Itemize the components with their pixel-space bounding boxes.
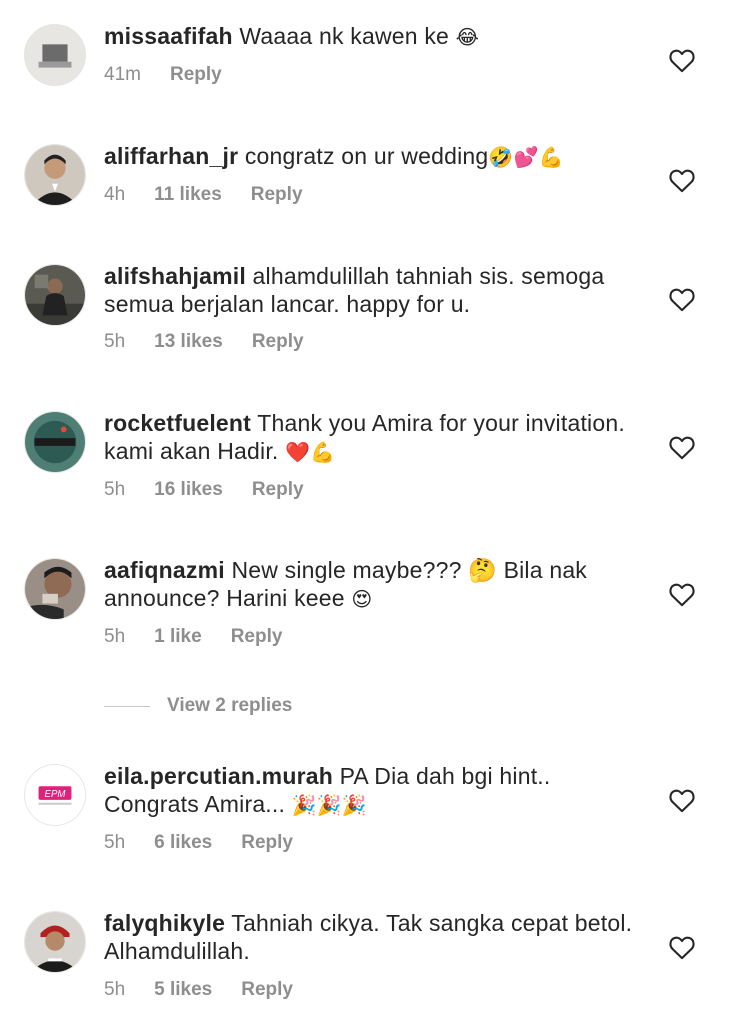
like-heart-icon[interactable]: [668, 581, 696, 607]
comment-time: 5h: [104, 479, 126, 500]
view-replies-button[interactable]: View 2 replies: [104, 694, 292, 718]
comment-meta: 41m Reply: [104, 64, 251, 86]
user-avatar[interactable]: [24, 911, 86, 973]
like-heart-icon[interactable]: [668, 47, 696, 73]
user-avatar[interactable]: [24, 558, 86, 620]
user-avatar[interactable]: EPM: [24, 764, 86, 826]
like-heart-icon[interactable]: [668, 787, 696, 813]
reply-button[interactable]: Reply: [251, 184, 303, 206]
comment-text: eila.percutian.murah PA Dia dah bgi hint…: [104, 762, 644, 819]
like-count[interactable]: 5 likes: [154, 979, 212, 1001]
comment-emoji: 😂: [455, 25, 480, 49]
comment-emoji: ❤️💪: [285, 440, 336, 464]
like-heart-icon[interactable]: [668, 934, 696, 960]
comment-text: rocketfuelent Thank you Amira for your i…: [104, 409, 644, 466]
replies-divider: [104, 705, 150, 707]
comment-username[interactable]: aafiqnazmi: [104, 557, 225, 583]
like-count[interactable]: 6 likes: [154, 832, 212, 854]
like-heart-icon[interactable]: [668, 434, 696, 460]
comment-time: 5h: [104, 979, 126, 1000]
like-count[interactable]: 1 like: [154, 626, 202, 648]
comment-body: congratz on ur wedding: [244, 143, 489, 169]
comment-time: 5h: [104, 331, 126, 352]
user-avatar[interactable]: [24, 264, 86, 326]
comment-time: 5h: [104, 626, 126, 647]
reply-button[interactable]: Reply: [252, 479, 304, 501]
like-count[interactable]: 11 likes: [154, 184, 222, 206]
reply-button[interactable]: Reply: [252, 331, 304, 353]
comment-username[interactable]: aliffarhan_jr: [104, 143, 238, 169]
comment-emoji: 😍: [351, 587, 373, 611]
svg-text:EPM: EPM: [45, 789, 67, 800]
comment-time: 41m: [104, 64, 141, 85]
like-count[interactable]: 16 likes: [154, 479, 223, 501]
comment-time: 4h: [104, 184, 126, 205]
comment-emoji: 🤣💕💪: [488, 145, 564, 169]
reply-button[interactable]: Reply: [241, 979, 293, 1001]
comment-text: aliffarhan_jr congratz on ur wedding🤣💕💪: [104, 142, 644, 171]
comment-username[interactable]: eila.percutian.murah: [104, 763, 333, 789]
comment-username[interactable]: missaafifah: [104, 23, 233, 49]
comment-username[interactable]: alifshahjamil: [104, 263, 246, 289]
user-avatar[interactable]: [24, 411, 86, 473]
comment-text: falyqhikyle Tahniah cikya. Tak sangka ce…: [104, 909, 644, 965]
like-heart-icon[interactable]: [668, 286, 696, 312]
comment-username[interactable]: falyqhikyle: [104, 910, 225, 936]
comment-text: aafiqnazmi New single maybe??? 🤔 Bila na…: [104, 556, 644, 613]
like-count[interactable]: 13 likes: [154, 331, 223, 353]
comment-meta: 5h 5 likes Reply: [104, 979, 322, 1001]
comment-username[interactable]: rocketfuelent: [104, 410, 251, 436]
reply-button[interactable]: Reply: [241, 832, 293, 854]
view-replies-label: View 2 replies: [167, 695, 293, 716]
comment-emoji: 🎉🎉🎉: [291, 793, 367, 817]
like-heart-icon[interactable]: [668, 167, 696, 193]
comment-body: Waaaa nk kawen ke: [239, 23, 450, 49]
comment-meta: 5h 1 like Reply: [104, 626, 311, 648]
comment-time: 5h: [104, 832, 126, 853]
user-avatar[interactable]: [24, 144, 86, 206]
comment-meta: 5h 6 likes Reply: [104, 832, 322, 854]
comment-meta: 4h 11 likes Reply: [104, 184, 332, 206]
user-avatar[interactable]: [24, 24, 86, 86]
reply-button[interactable]: Reply: [231, 626, 283, 648]
comment-text: missaafifah Waaaa nk kawen ke 😂: [104, 22, 644, 51]
comment-text: alifshahjamil alhamdulillah tahniah sis.…: [104, 262, 644, 318]
comment-meta: 5h 13 likes Reply: [104, 331, 333, 353]
comment-meta: 5h 16 likes Reply: [104, 479, 333, 501]
reply-button[interactable]: Reply: [170, 64, 222, 86]
